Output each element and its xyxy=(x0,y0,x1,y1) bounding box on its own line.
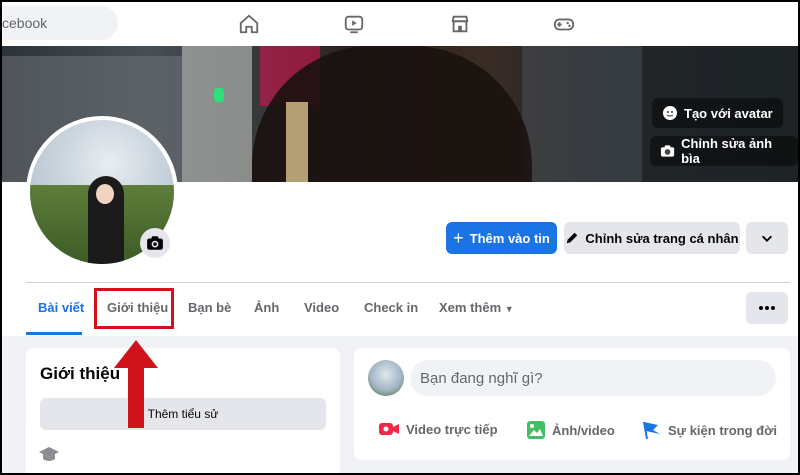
edit-profile-label: Chỉnh sửa trang cá nhân xyxy=(585,230,739,246)
tab-videos[interactable]: Video xyxy=(304,300,339,315)
whats-on-your-mind-input[interactable]: Bạn đang nghĩ gì? xyxy=(410,360,776,396)
camera-icon xyxy=(660,145,675,157)
tab-friends[interactable]: Bạn bè xyxy=(188,300,231,315)
profile-options-button[interactable] xyxy=(746,222,788,254)
live-video-button[interactable]: Video trực tiếp xyxy=(378,420,498,438)
red-arrow-annotation xyxy=(114,340,158,428)
create-with-avatar-label: Tạo với avatar xyxy=(684,105,773,121)
tab-more-label: Xem thêm xyxy=(439,300,502,315)
more-options-button[interactable] xyxy=(746,292,788,324)
add-bio-button[interactable]: Thêm tiểu sử xyxy=(40,398,326,430)
photo-video-button[interactable]: Ảnh/video xyxy=(526,420,615,440)
watch-icon[interactable] xyxy=(340,10,368,38)
camera-icon[interactable] xyxy=(140,228,170,258)
tab-posts[interactable]: Bài viết xyxy=(38,300,84,315)
add-to-story-button[interactable]: + Thêm vào tin xyxy=(446,222,557,254)
tab-check-in[interactable]: Check in xyxy=(364,300,418,315)
graduation-cap-icon xyxy=(38,446,60,469)
intro-title: Giới thiệu xyxy=(40,364,121,383)
top-navigation-bar: cebook xyxy=(2,2,798,46)
post-composer: Bạn đang nghĩ gì? Video trực tiếp Ảnh/vi… xyxy=(354,348,790,460)
gaming-icon[interactable] xyxy=(550,10,578,38)
avatar-icon xyxy=(663,106,677,120)
home-icon[interactable] xyxy=(235,10,263,38)
flag-icon xyxy=(643,421,660,440)
composer-placeholder: Bạn đang nghĩ gì? xyxy=(420,369,543,387)
header-divider xyxy=(26,282,790,283)
photo-icon xyxy=(527,421,545,439)
active-tab-indicator xyxy=(26,332,82,335)
highlight-box xyxy=(94,288,174,329)
intro-card: Giới thiệu Thêm tiểu sử xyxy=(26,348,340,473)
tab-more[interactable]: Xem thêm ▼ xyxy=(439,300,514,315)
pencil-icon xyxy=(567,232,578,244)
ellipsis-icon xyxy=(759,306,775,310)
live-video-icon xyxy=(379,423,399,435)
facebook-profile-page: cebook Tạo với avatar Chỉnh sửa ảnh bìa xyxy=(2,2,798,473)
create-with-avatar-button[interactable]: Tạo với avatar xyxy=(652,98,783,128)
plus-icon: + xyxy=(453,228,464,248)
search-placeholder: cebook xyxy=(2,15,48,31)
tab-photos[interactable]: Ảnh xyxy=(254,300,279,315)
chevron-down-icon xyxy=(761,235,773,242)
life-event-label: Sự kiện trong đời xyxy=(668,422,777,438)
search-box[interactable]: cebook xyxy=(2,6,118,40)
caret-down-icon: ▼ xyxy=(504,304,514,314)
edit-cover-photo-button[interactable]: Chỉnh sửa ảnh bìa xyxy=(650,136,798,166)
edit-cover-photo-label: Chỉnh sửa ảnh bìa xyxy=(681,136,773,166)
edit-profile-button[interactable]: Chỉnh sửa trang cá nhân xyxy=(564,222,740,254)
marketplace-icon[interactable] xyxy=(446,10,474,38)
avatar[interactable] xyxy=(368,360,404,396)
add-to-story-label: Thêm vào tin xyxy=(469,230,550,246)
live-video-label: Video trực tiếp xyxy=(406,421,498,437)
life-event-button[interactable]: Sự kiện trong đời xyxy=(642,420,777,440)
photo-video-label: Ảnh/video xyxy=(552,422,615,438)
